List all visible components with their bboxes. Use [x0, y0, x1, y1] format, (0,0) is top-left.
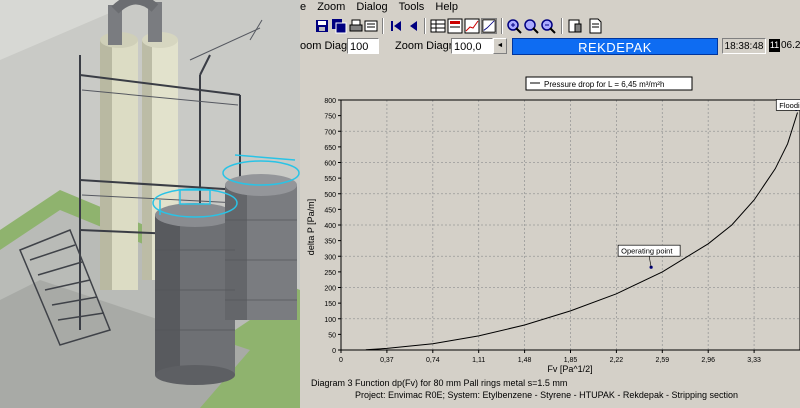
x-tick-label: 1,11	[472, 357, 485, 364]
y-tick-label: 800	[324, 98, 336, 105]
annotation-leader	[648, 256, 652, 268]
menu-dialog[interactable]: Dialog	[356, 0, 387, 14]
zoom-icon[interactable]	[523, 18, 539, 34]
y-tick-label: 100	[324, 317, 336, 324]
date-label: 06.20	[781, 40, 800, 51]
menu-zoom[interactable]: Zoom	[317, 0, 345, 14]
menu-tools[interactable]: Tools	[399, 0, 425, 14]
x-tick-label: 2,22	[610, 357, 624, 364]
x-tick-label: 0,74	[426, 357, 440, 364]
preview-icon[interactable]	[363, 18, 379, 34]
menu-file[interactable]: e	[300, 0, 306, 14]
report-icon[interactable]	[567, 18, 583, 34]
chart-icon[interactable]	[464, 18, 480, 34]
grid-icon[interactable]	[430, 18, 446, 34]
zoom-diagram-input[interactable]: 100	[347, 38, 379, 54]
y-tick-label: 600	[324, 161, 336, 168]
y-tick-label: 500	[324, 192, 336, 199]
x-tick-label: 2,59	[655, 357, 669, 364]
x-tick-label: 1,48	[518, 357, 532, 364]
print-icon[interactable]	[348, 18, 364, 34]
y-axis-label: delta P [Pa/m]	[306, 199, 316, 255]
footer-diagram-text: Diagram 3 Function dp(Fv) for 80 mm Pall…	[311, 378, 568, 388]
y-tick-label: 150	[324, 301, 336, 308]
x-tick-label: 0,37	[380, 357, 394, 364]
zoom-percent-input[interactable]: 100,0	[451, 38, 493, 54]
zoom-in-icon[interactable]	[506, 18, 522, 34]
y-tick-label: 300	[324, 254, 336, 261]
footer-project-text: Project: Envimac R0E; System: Etylbenzen…	[355, 390, 738, 400]
document-icon[interactable]	[587, 18, 603, 34]
y-tick-label: 350	[324, 239, 336, 246]
y-tick-label: 700	[324, 129, 336, 136]
clock: 18:38:48	[722, 38, 766, 54]
first-icon[interactable]	[388, 18, 404, 34]
save-icon[interactable]	[314, 18, 330, 34]
app-window: e Zoom Dialog Tools Help oom Diagram 100…	[300, 0, 800, 408]
module-banner: REKDEPAK	[512, 38, 718, 55]
x-tick-label: 1,85	[564, 357, 578, 364]
annotation-label: Floodi	[779, 101, 800, 110]
y-tick-label: 450	[324, 207, 336, 214]
legend-label: Pressure drop for L = 6,45 m³/m²h	[544, 80, 664, 89]
y-tick-label: 50	[328, 332, 336, 339]
chart-active-icon[interactable]	[481, 18, 497, 34]
x-tick-label: 2,96	[701, 357, 715, 364]
toolbar	[300, 15, 800, 37]
plant-3d-render	[0, 0, 300, 408]
menu-help[interactable]: Help	[435, 0, 458, 14]
x-axis-ticks: 0 0,37 0,74 1,11 1,48 1,85 2,22 2,59 2,96 3,33	[339, 350, 761, 364]
back-icon[interactable]	[405, 18, 421, 34]
x-axis-label: Fv [Pa^1/2]	[547, 364, 592, 374]
calendar-icon: 11	[769, 39, 780, 52]
pressure-drop-chart: 0 50 100 150 200 250 300 350 400 450 500 550 600 650 7…	[306, 76, 800, 374]
annotation-label: Operating point	[621, 247, 673, 256]
x-tick-label: 3,33	[747, 357, 761, 364]
y-tick-label: 0	[332, 348, 336, 355]
chart-legend: Pressure drop for L = 6,45 m³/m²h	[525, 76, 693, 91]
y-tick-label: 550	[324, 176, 336, 183]
y-tick-label: 750	[324, 114, 336, 121]
zoom-spin-button[interactable]: ◄	[493, 38, 507, 54]
y-tick-label: 650	[324, 145, 336, 152]
save-all-icon[interactable]	[331, 18, 347, 34]
y-axis-ticks: 0 50 100 150 200 250 300 350 400 450 500 550 600 650 7…	[324, 98, 341, 355]
zoom-out-icon[interactable]	[540, 18, 556, 34]
y-tick-label: 400	[324, 223, 336, 230]
y-tick-label: 200	[324, 286, 336, 293]
menu-bar: e Zoom Dialog Tools Help	[300, 0, 800, 14]
zoom-bar: oom Diagram 100 Zoom Diagr. % 100,0 ◄ RE…	[300, 38, 800, 56]
table-icon[interactable]	[447, 18, 463, 34]
x-tick-label: 0	[339, 357, 343, 364]
pressure-drop-series	[365, 112, 798, 351]
y-tick-label: 250	[324, 270, 336, 277]
